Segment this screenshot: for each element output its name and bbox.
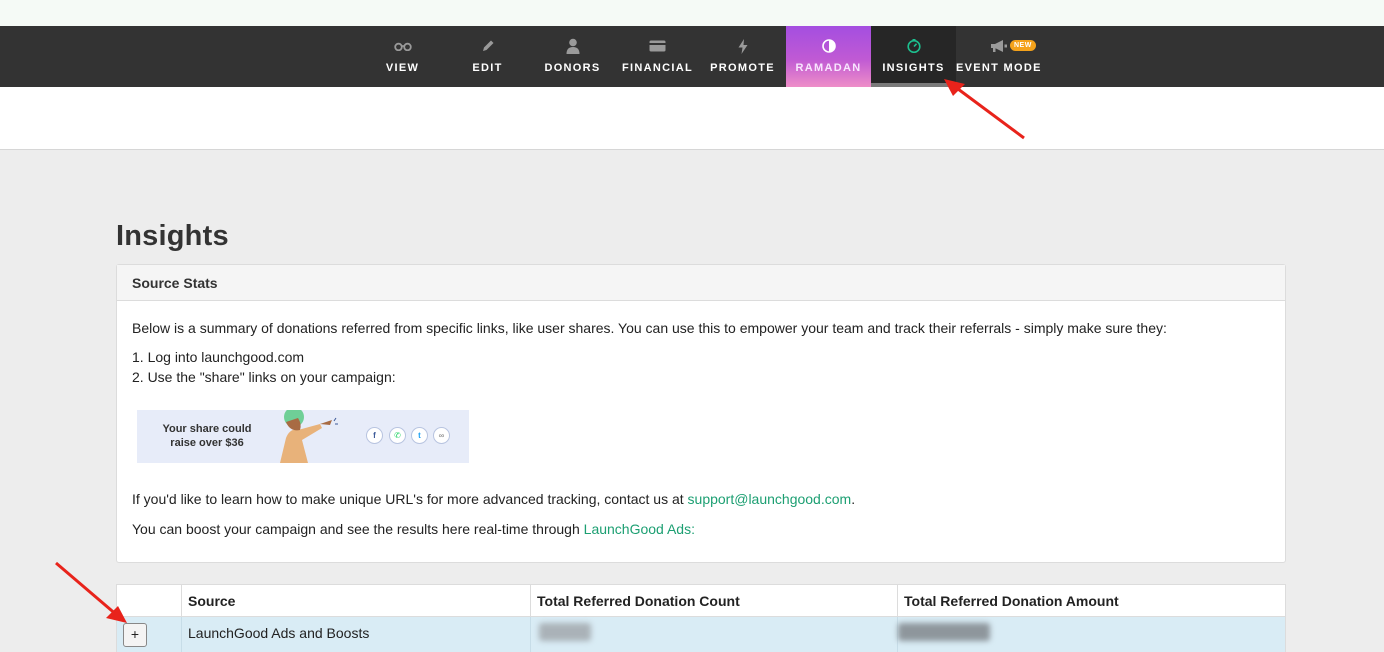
step-1-text: 1. Log into launchgood.com (132, 349, 305, 365)
person-illustration (280, 410, 338, 463)
nav-donors[interactable]: DONORS (530, 26, 615, 87)
boost-text: You can boost your campaign and see the … (132, 521, 695, 537)
blurred-amount (898, 623, 990, 641)
twitter-icon: t (411, 427, 428, 444)
step-2-text: 2. Use the "share" links on your campaig… (132, 369, 396, 385)
donation-amount-cell (897, 617, 1285, 652)
page-title: Insights (116, 220, 229, 252)
sub-header (0, 87, 1384, 150)
table-row[interactable]: + LaunchGood Ads and Boosts (117, 617, 1285, 652)
nav-insights[interactable]: INSIGHTS (871, 26, 956, 87)
nav-insights-label: INSIGHTS (882, 62, 945, 74)
gauge-icon (871, 38, 956, 54)
glasses-icon (360, 38, 445, 54)
col-donation-amount: Total Referred Donation Amount (897, 585, 1285, 617)
table-header: Source Total Referred Donation Count Tot… (117, 585, 1285, 617)
expand-row-button[interactable]: + (123, 623, 147, 647)
source-stats-heading: Source Stats (117, 265, 1285, 301)
campaign-nav-bar: VIEW EDIT DONORS FINANCIAL PROMOTE RAMAD… (0, 26, 1384, 87)
nav-view[interactable]: VIEW (360, 26, 445, 87)
expand-cell: + (117, 617, 181, 652)
nav-financial-label: FINANCIAL (622, 62, 693, 74)
share-banner-text: Your share could raise over $36 (151, 422, 263, 450)
whatsapp-icon: ✆ (389, 427, 406, 444)
nav-promote-label: PROMOTE (710, 62, 775, 74)
tracking-prefix: If you'd like to learn how to make uniqu… (132, 491, 688, 507)
boost-prefix: You can boost your campaign and see the … (132, 521, 584, 537)
person-icon (530, 38, 615, 54)
nav-edit-label: EDIT (472, 62, 503, 74)
share-banner-image: Your share could raise over $36 f ✆ t ∞ (137, 410, 469, 463)
nav-view-label: VIEW (385, 62, 420, 74)
share-banner-line-1: Your share could (162, 423, 252, 435)
tracking-suffix: . (851, 491, 856, 507)
source-cell: LaunchGood Ads and Boosts (181, 617, 530, 652)
source-stats-panel: Source Stats Below is a summary of donat… (116, 264, 1286, 563)
facebook-icon: f (366, 427, 383, 444)
nav-edit[interactable]: EDIT (445, 26, 530, 87)
credit-card-icon (615, 38, 700, 54)
pencil-icon (445, 38, 530, 54)
new-badge: NEW (1010, 40, 1036, 51)
nav-event-mode[interactable]: NEW EVENT MODE (956, 26, 1041, 87)
half-moon-icon (786, 38, 871, 54)
nav-financial[interactable]: FINANCIAL (615, 26, 700, 87)
col-source: Source (181, 585, 530, 617)
col-expand (117, 585, 181, 617)
top-strip (0, 0, 1384, 26)
nav-promote[interactable]: PROMOTE (700, 26, 785, 87)
blurred-count (539, 623, 591, 641)
arrow-expand-shaft (55, 561, 119, 618)
share-banner-line-2: raise over $36 (170, 437, 244, 449)
col-donation-count: Total Referred Donation Count (530, 585, 897, 617)
lightning-icon (700, 38, 785, 54)
nav-ramadan-label: RAMADAN (795, 62, 862, 74)
source-stats-table: Source Total Referred Donation Count Tot… (116, 584, 1286, 652)
support-email-link[interactable]: support@launchgood.com (688, 491, 852, 507)
intro-text: Below is a summary of donations referred… (132, 320, 1167, 336)
donation-count-cell (530, 617, 897, 652)
nav-donors-label: DONORS (544, 62, 601, 74)
launchgood-ads-link[interactable]: LaunchGood Ads: (584, 521, 695, 537)
tracking-text: If you'd like to learn how to make uniqu… (132, 491, 855, 507)
nav-event-mode-label: EVENT MODE (956, 62, 1042, 74)
source-stats-body: Below is a summary of donations referred… (117, 301, 1285, 563)
link-icon: ∞ (433, 427, 450, 444)
nav-ramadan[interactable]: RAMADAN (786, 26, 871, 87)
